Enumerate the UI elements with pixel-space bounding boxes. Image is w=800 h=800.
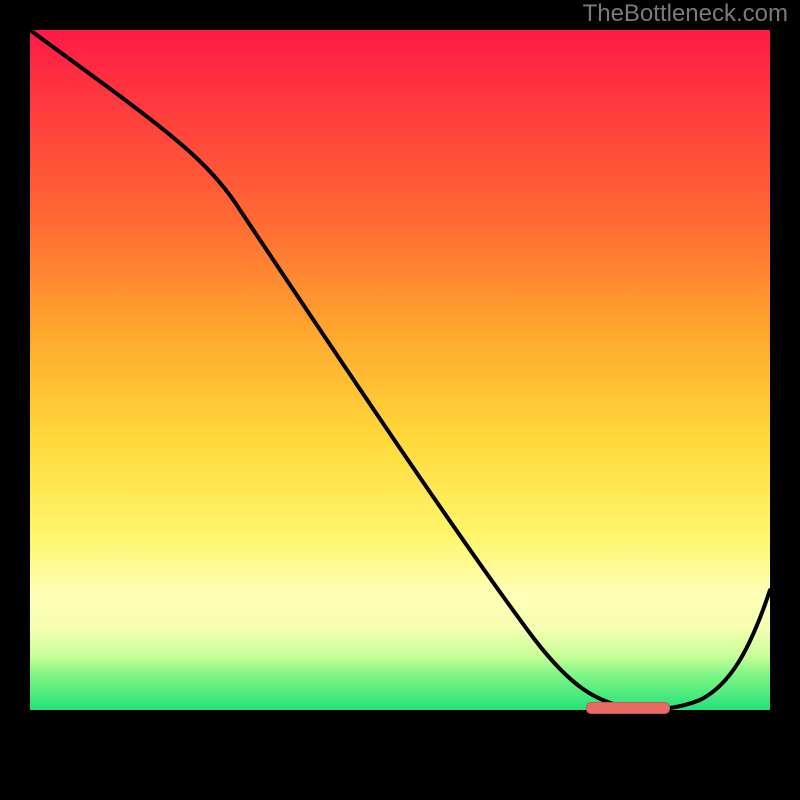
plot-area bbox=[30, 30, 770, 770]
bottleneck-curve bbox=[30, 30, 770, 770]
optimal-range-marker bbox=[586, 702, 670, 714]
chart-container: TheBottleneck.com bbox=[0, 0, 800, 800]
attribution-text: TheBottleneck.com bbox=[583, 0, 788, 28]
curve-path bbox=[30, 30, 770, 709]
